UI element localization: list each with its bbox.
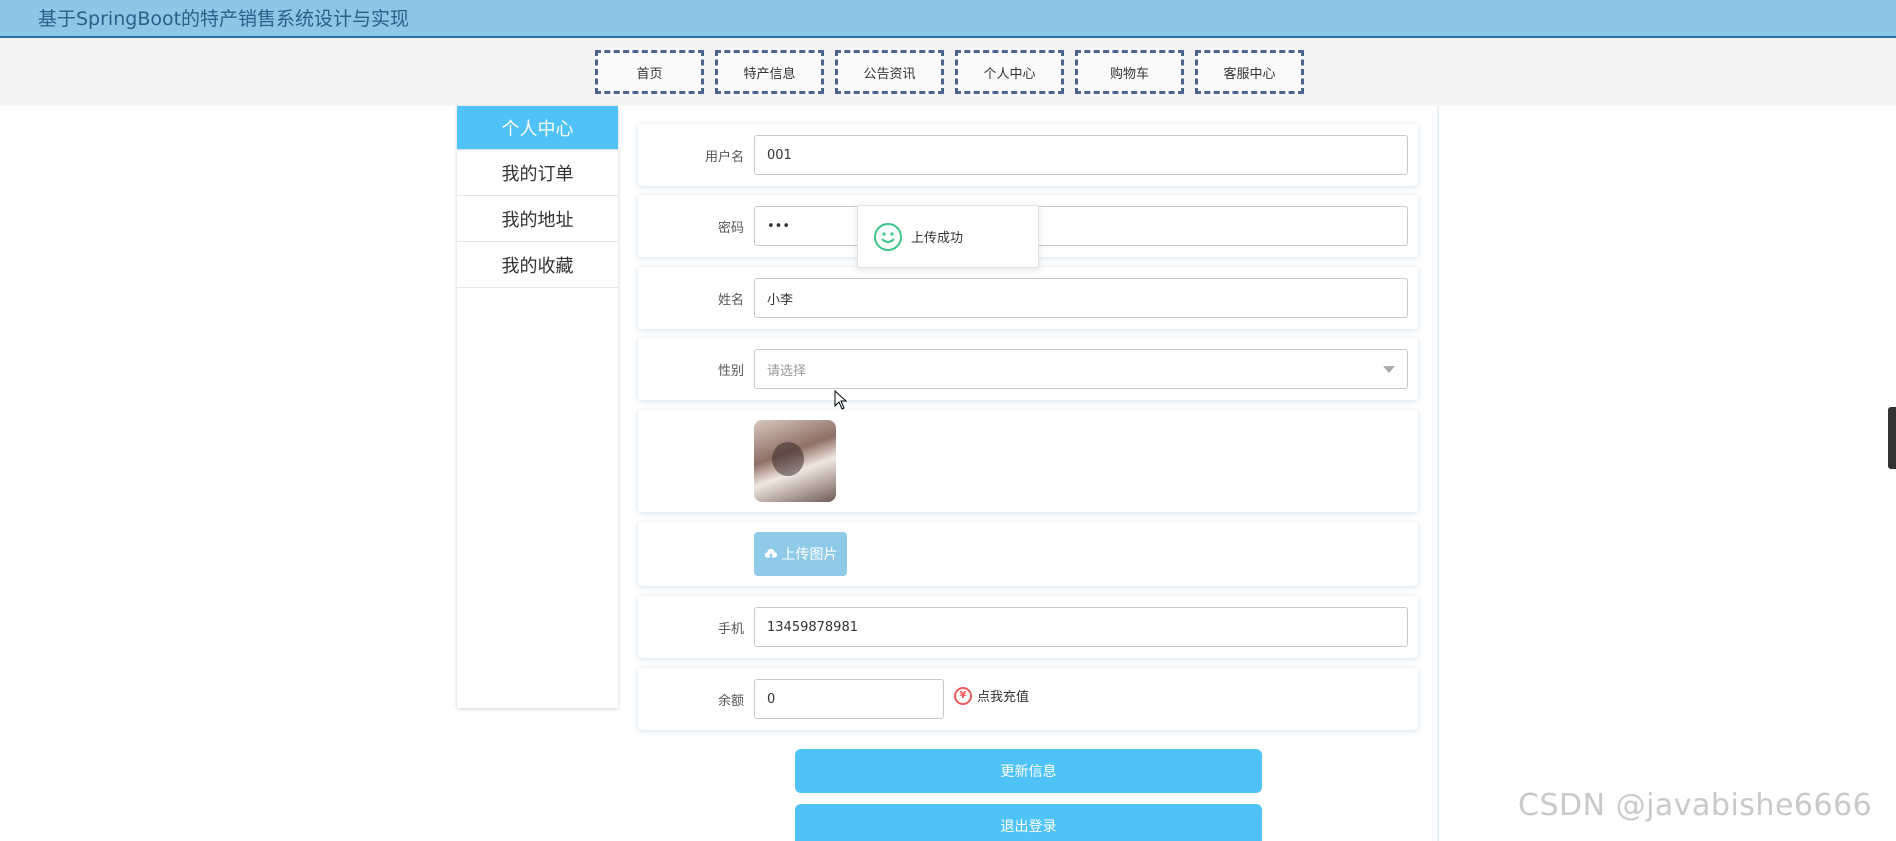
avatar bbox=[754, 420, 836, 502]
nav-customer-service[interactable]: 客服中心 bbox=[1195, 50, 1304, 94]
cloud-upload-icon bbox=[764, 548, 777, 559]
username-input[interactable]: 001 bbox=[754, 135, 1408, 175]
nav-home[interactable]: 首页 bbox=[595, 50, 704, 94]
username-row: 用户名 001 bbox=[638, 124, 1418, 186]
toast-message: 上传成功 bbox=[857, 205, 1039, 268]
phone-row: 手机 13459878981 bbox=[638, 596, 1418, 658]
sidebar: 个人中心 我的订单 我的地址 我的收藏 bbox=[457, 106, 618, 708]
main-nav: 首页 特产信息 公告资讯 个人中心 购物车 客服中心 bbox=[595, 50, 1304, 94]
mouse-cursor-icon bbox=[834, 390, 848, 410]
balance-input[interactable]: 0 bbox=[754, 679, 944, 719]
nav-specialty-info[interactable]: 特产信息 bbox=[715, 50, 824, 94]
gender-label: 性别 bbox=[717, 364, 744, 379]
phone-input[interactable]: 13459878981 bbox=[754, 607, 1408, 647]
gender-placeholder: 请选择 bbox=[767, 363, 807, 379]
gender-select[interactable]: 请选择 bbox=[754, 349, 1408, 389]
recharge-label: 点我充值 bbox=[977, 690, 1030, 705]
username-label: 用户名 bbox=[704, 150, 744, 165]
nav-bar: 首页 特产信息 公告资讯 个人中心 购物车 客服中心 bbox=[0, 38, 1896, 106]
nav-personal-center[interactable]: 个人中心 bbox=[955, 50, 1064, 94]
avatar-row bbox=[638, 410, 1418, 512]
upload-image-label: 上传图片 bbox=[781, 547, 838, 563]
toast-text: 上传成功 bbox=[911, 231, 964, 246]
sidebar-item-my-address[interactable]: 我的地址 bbox=[457, 196, 618, 242]
top-header: 基于SpringBoot的特产销售系统设计与实现 bbox=[0, 0, 1896, 38]
sidebar-item-my-favorites[interactable]: 我的收藏 bbox=[457, 242, 618, 288]
yen-icon: ¥ bbox=[954, 686, 972, 705]
chevron-down-icon bbox=[1383, 366, 1395, 373]
watermark: CSDN @javabishe6666 bbox=[1518, 788, 1873, 823]
password-label: 密码 bbox=[717, 221, 744, 236]
password-input[interactable]: ••• bbox=[754, 206, 1408, 246]
name-label: 姓名 bbox=[717, 293, 744, 308]
phone-label: 手机 bbox=[717, 622, 744, 637]
update-info-button[interactable]: 更新信息 bbox=[795, 749, 1262, 793]
site-title: 基于SpringBoot的特产销售系统设计与实现 bbox=[38, 8, 410, 30]
nav-cart[interactable]: 购物车 bbox=[1075, 50, 1184, 94]
name-row: 姓名 小李 bbox=[638, 267, 1418, 329]
sidebar-item-my-orders[interactable]: 我的订单 bbox=[457, 150, 618, 196]
balance-label: 余额 bbox=[717, 694, 744, 709]
recharge-link[interactable]: ¥ 点我充值 bbox=[954, 686, 1029, 705]
smile-icon bbox=[874, 222, 902, 251]
upload-row: 上传图片 bbox=[638, 522, 1418, 586]
gender-row: 性别 请选择 bbox=[638, 338, 1418, 400]
name-input[interactable]: 小李 bbox=[754, 278, 1408, 318]
page-scrollbar-thumb[interactable] bbox=[1888, 407, 1896, 469]
logout-button[interactable]: 退出登录 bbox=[795, 804, 1262, 841]
sidebar-item-personal-center[interactable]: 个人中心 bbox=[457, 106, 618, 150]
balance-row: 余额 0 ¥ 点我充值 bbox=[638, 668, 1418, 730]
upload-image-button[interactable]: 上传图片 bbox=[754, 532, 847, 576]
nav-announcements[interactable]: 公告资讯 bbox=[835, 50, 944, 94]
